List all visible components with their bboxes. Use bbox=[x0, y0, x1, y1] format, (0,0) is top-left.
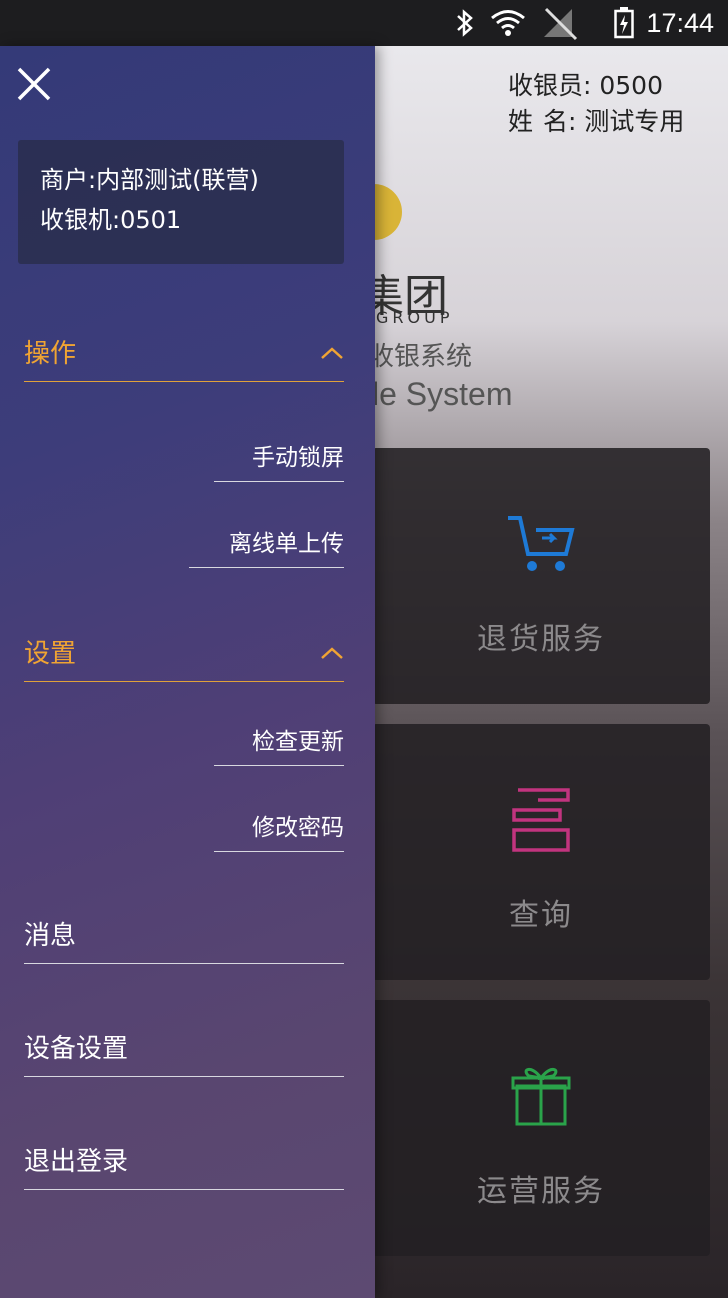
menu-item-offline-upload[interactable]: 离线单上传 bbox=[189, 514, 344, 568]
no-signal-icon bbox=[540, 5, 580, 41]
cashier-name-row: 姓名: 测试专用 bbox=[508, 104, 684, 140]
menu-item-label: 离线单上传 bbox=[229, 530, 344, 557]
menu-item-manual-lock[interactable]: 手动锁屏 bbox=[214, 428, 344, 482]
cashier-name: 名: 测试专用 bbox=[543, 107, 685, 136]
menu-item-label: 消息 bbox=[24, 921, 77, 951]
name-label: 姓 bbox=[508, 107, 544, 136]
menu-item-messages[interactable]: 消息 bbox=[24, 904, 344, 964]
menu-item-label: 修改密码 bbox=[252, 814, 344, 841]
merchant-info-card: 商户:内部测试(联营) 收银机:0501 bbox=[18, 140, 344, 264]
cashier-id: 收银员: 0500 bbox=[508, 71, 663, 100]
bluetooth-icon bbox=[454, 8, 476, 38]
section-label: 操作 bbox=[24, 339, 77, 369]
terminal-id: 收银机:0501 bbox=[40, 206, 182, 234]
shopping-cart-return-icon bbox=[506, 510, 576, 580]
chevron-up-icon bbox=[320, 645, 344, 659]
menu-item-change-password[interactable]: 修改密码 bbox=[214, 798, 344, 852]
list-query-icon bbox=[510, 786, 572, 858]
status-time: 17:44 bbox=[646, 7, 714, 38]
menu-item-label: 手动锁屏 bbox=[252, 444, 344, 471]
menu-item-device-settings[interactable]: 设备设置 bbox=[24, 1017, 344, 1077]
chevron-up-icon bbox=[320, 345, 344, 359]
tile-label: 查询 bbox=[509, 898, 573, 933]
section-label: 设置 bbox=[24, 639, 77, 669]
status-bar: 17:44 bbox=[0, 0, 728, 46]
menu-item-label: 检查更新 bbox=[252, 728, 344, 755]
logo-group-text: GROUP bbox=[376, 308, 454, 327]
menu-item-check-update[interactable]: 检查更新 bbox=[214, 712, 344, 766]
battery-charging-icon bbox=[614, 7, 635, 39]
merchant-name: 商户:内部测试(联营) bbox=[40, 166, 259, 194]
cashier-info: 收银员: 0500 姓名: 测试专用 bbox=[508, 68, 684, 140]
logo-system-en: le System bbox=[372, 376, 513, 412]
close-icon[interactable] bbox=[14, 64, 54, 104]
section-settings[interactable]: 设置 bbox=[24, 622, 344, 682]
tile-label: 退货服务 bbox=[477, 622, 605, 657]
gift-box-icon bbox=[511, 1062, 571, 1132]
tile-return-service[interactable]: 退货服务 bbox=[372, 448, 710, 704]
section-operations[interactable]: 操作 bbox=[24, 322, 344, 382]
wifi-icon bbox=[490, 9, 526, 37]
tile-query[interactable]: 查询 bbox=[372, 724, 710, 980]
tile-label: 运营服务 bbox=[477, 1174, 605, 1209]
navigation-drawer: 商户:内部测试(联营) 收银机:0501 操作 手动锁屏 离线单上传 设置 检查… bbox=[0, 46, 375, 1298]
menu-item-label: 退出登录 bbox=[24, 1147, 129, 1177]
menu-item-label: 设备设置 bbox=[24, 1034, 129, 1064]
menu-item-logout[interactable]: 退出登录 bbox=[24, 1130, 344, 1190]
logo-system-cn: 收银系统 bbox=[368, 342, 473, 372]
tile-operation-service[interactable]: 运营服务 bbox=[372, 1000, 710, 1256]
